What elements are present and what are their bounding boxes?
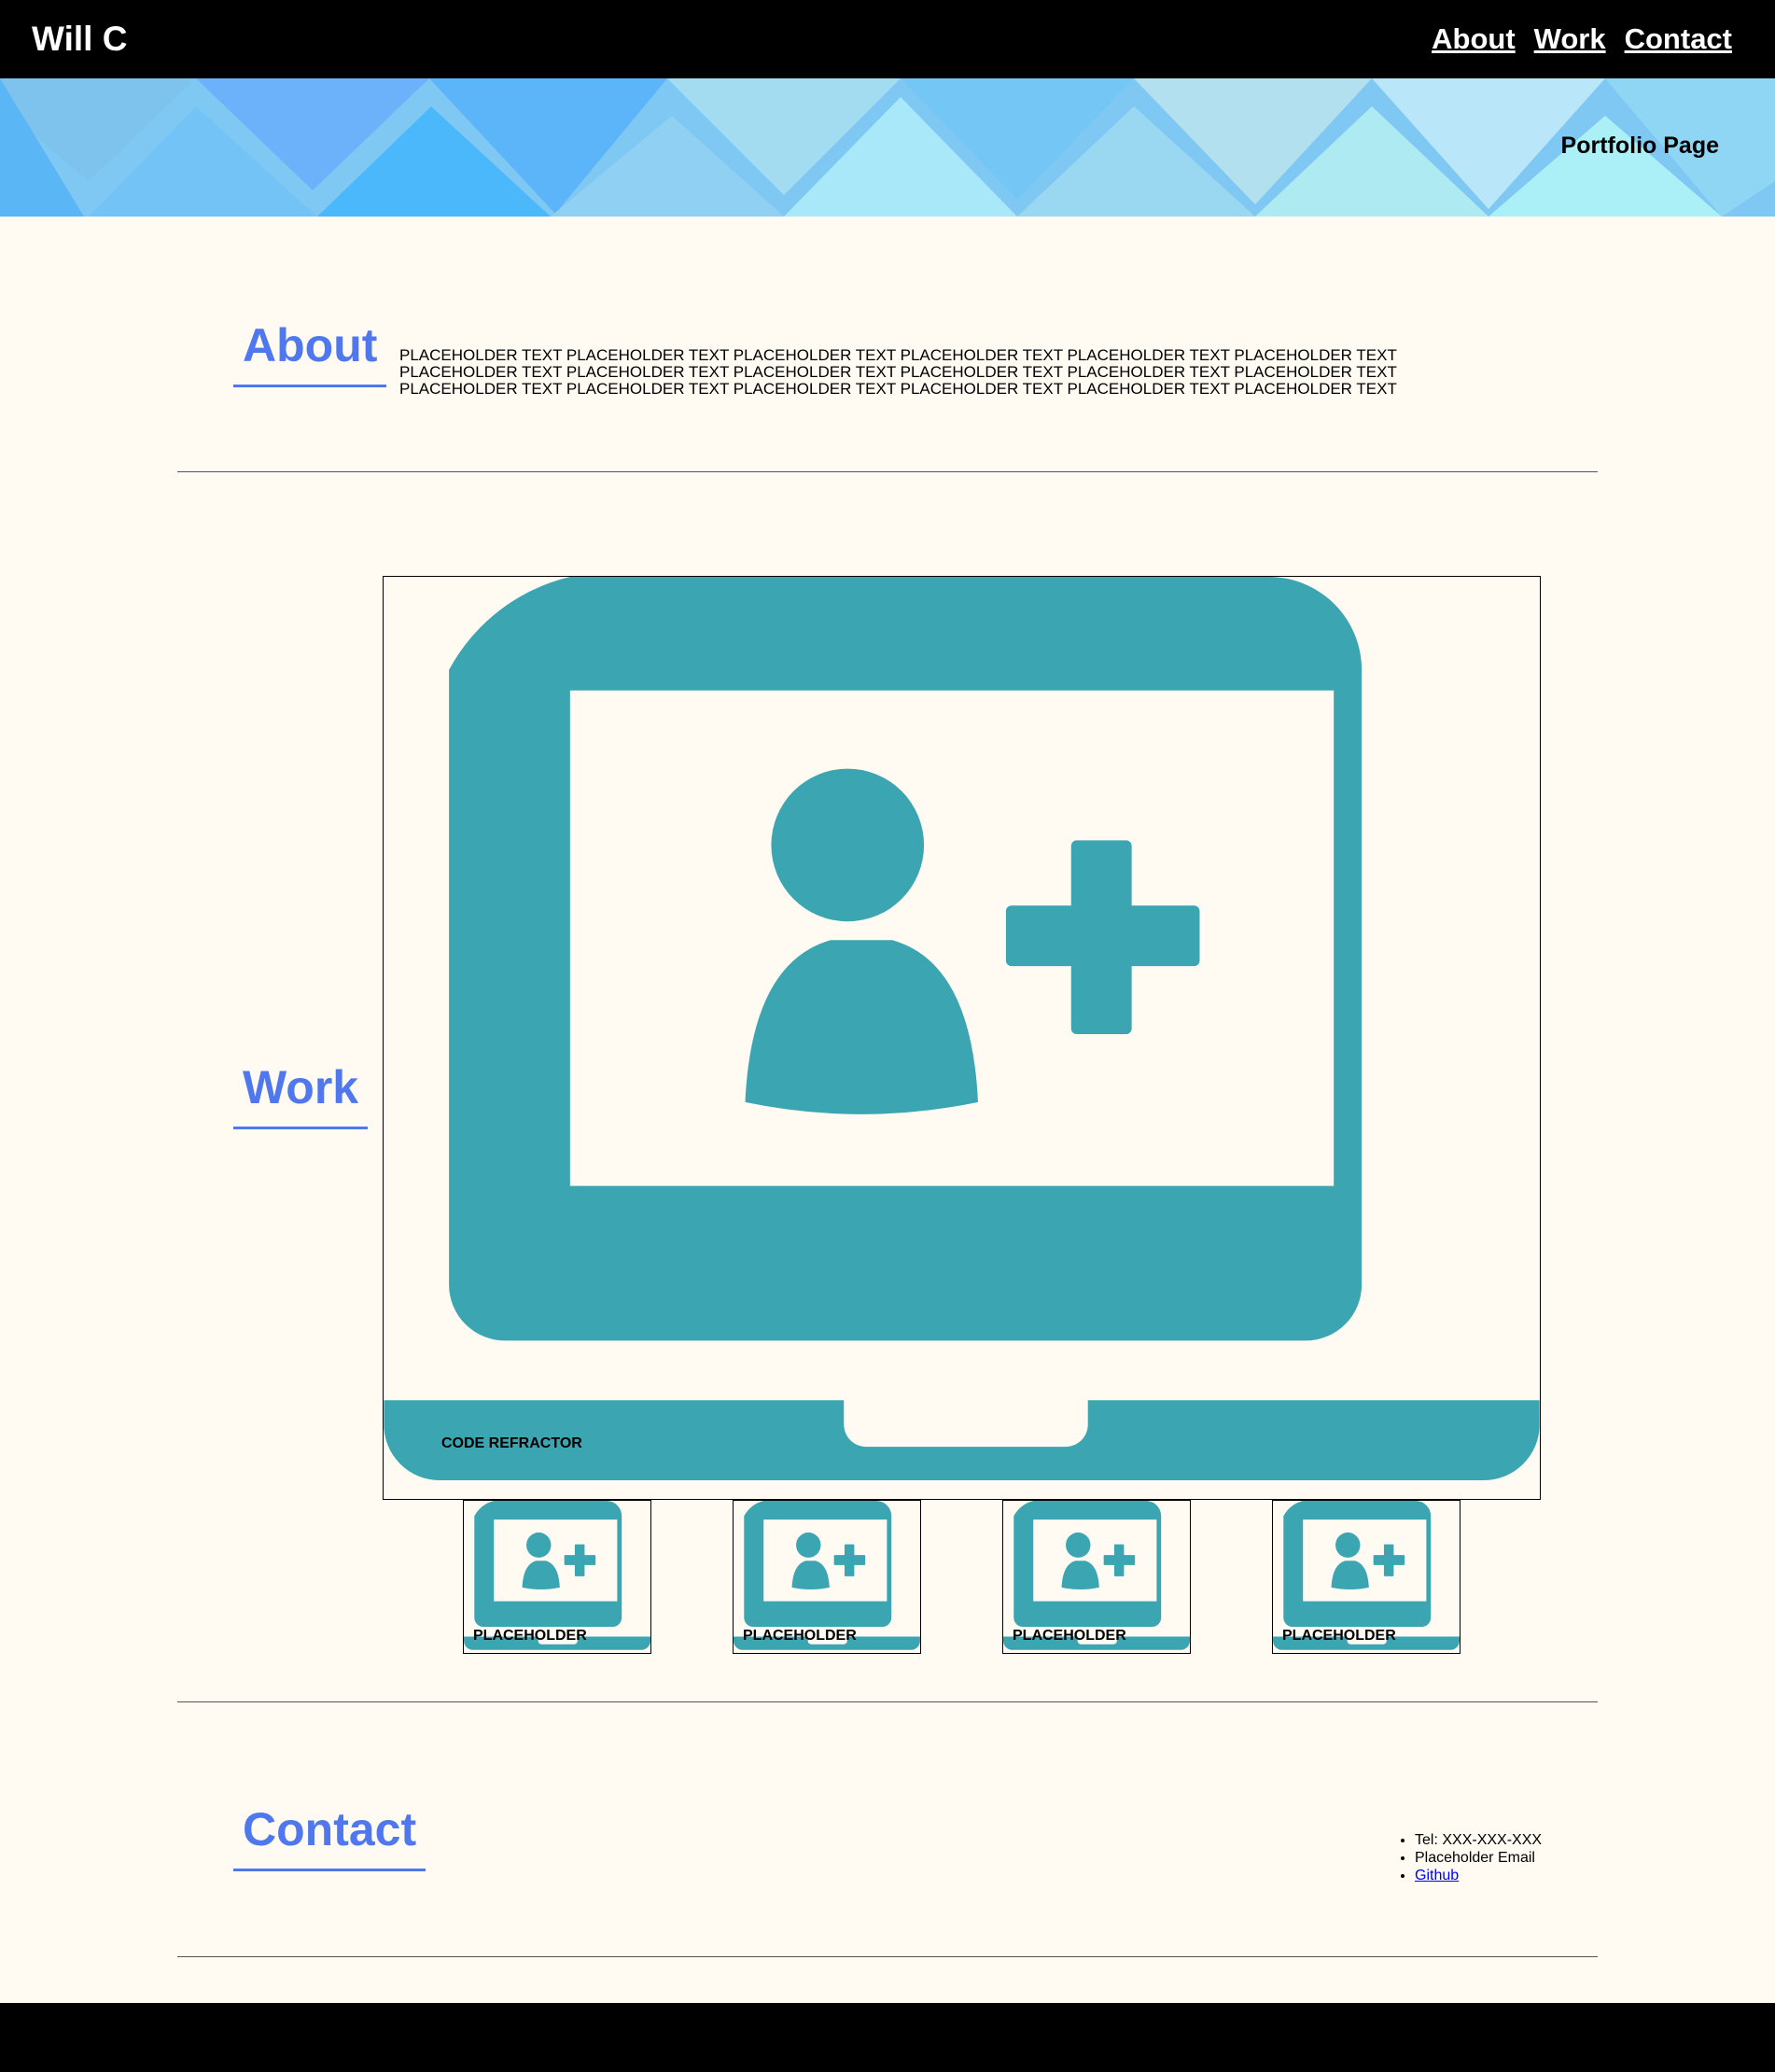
nav-link-about[interactable]: About bbox=[1432, 21, 1516, 58]
featured-project-label: CODE REFRACTOR bbox=[441, 1435, 582, 1451]
project-thumbnail-label: PLACEHOLDER bbox=[743, 1628, 857, 1644]
laptop-add-user-icon bbox=[384, 577, 1540, 1499]
about-heading: About bbox=[233, 317, 387, 387]
hero-banner: Portfolio Page bbox=[0, 78, 1775, 217]
nav-link-contact[interactable]: Contact bbox=[1625, 21, 1732, 58]
section-divider bbox=[177, 1701, 1598, 1702]
section-divider bbox=[177, 471, 1598, 472]
contact-list: Tel: XXX-XXX-XXX Placeholder Email Githu… bbox=[1398, 1831, 1542, 1884]
featured-project-card[interactable]: CODE REFRACTOR bbox=[383, 576, 1541, 1500]
contact-email: Placeholder Email bbox=[1415, 1849, 1542, 1867]
about-text: PLACEHOLDER TEXT PLACEHOLDER TEXT PLACEH… bbox=[399, 346, 1397, 398]
contact-heading: Contact bbox=[233, 1801, 426, 1871]
main-nav: About Work Contact bbox=[1432, 21, 1732, 58]
top-navbar: Will C About Work Contact bbox=[0, 0, 1775, 78]
project-thumbnail[interactable]: PLACEHOLDER bbox=[463, 1500, 651, 1654]
section-divider bbox=[177, 1956, 1598, 1957]
project-thumbnail-label: PLACEHOLDER bbox=[473, 1628, 587, 1644]
contact-github-item: Github bbox=[1415, 1867, 1542, 1884]
footer-bar bbox=[0, 2003, 1775, 2072]
project-thumbnail-label: PLACEHOLDER bbox=[1282, 1628, 1396, 1644]
project-thumbnail[interactable]: PLACEHOLDER bbox=[1272, 1500, 1461, 1654]
github-link[interactable]: Github bbox=[1415, 1868, 1459, 1883]
nav-link-work[interactable]: Work bbox=[1534, 21, 1606, 58]
banner-pattern bbox=[0, 78, 1775, 217]
project-thumbnail-label: PLACEHOLDER bbox=[1013, 1628, 1126, 1644]
project-thumbnail[interactable]: PLACEHOLDER bbox=[1002, 1500, 1191, 1654]
banner-subtitle: Portfolio Page bbox=[1560, 133, 1719, 159]
brand-name[interactable]: Will C bbox=[32, 19, 127, 60]
contact-phone: Tel: XXX-XXX-XXX bbox=[1415, 1831, 1542, 1849]
project-thumbnail[interactable]: PLACEHOLDER bbox=[733, 1500, 921, 1654]
work-heading: Work bbox=[233, 1059, 369, 1129]
